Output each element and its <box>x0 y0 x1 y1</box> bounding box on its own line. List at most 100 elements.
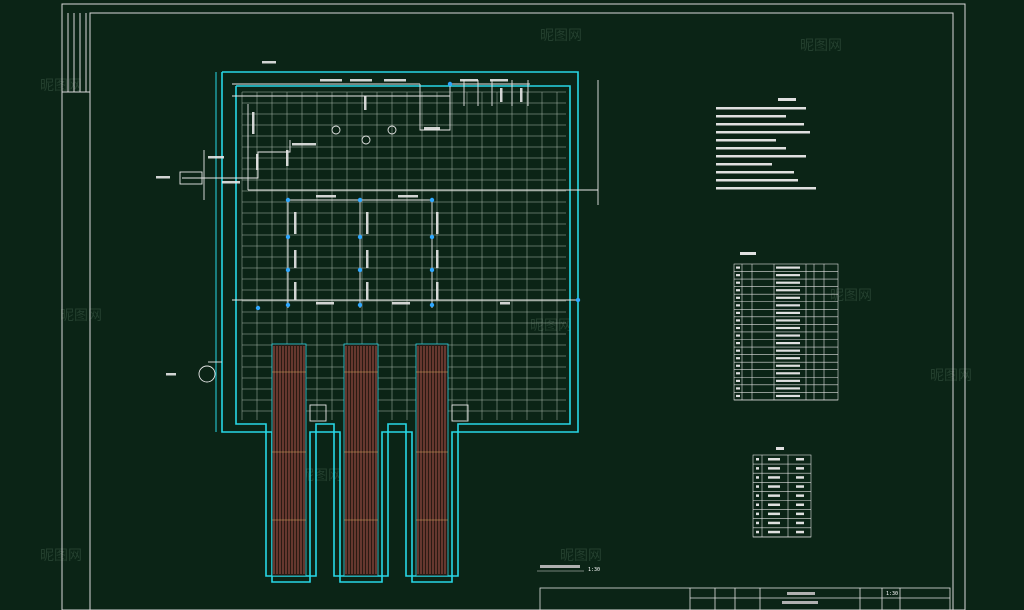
legend-table-cell-mark <box>796 512 804 516</box>
pipe-annotation-mark <box>424 127 440 130</box>
legend-table-cell-mark <box>756 503 759 506</box>
pipe-annotation-mark <box>366 212 369 234</box>
legend-table-cell-mark <box>768 476 780 479</box>
legend-table-cell-mark <box>756 458 759 461</box>
pipe-node <box>285 302 291 308</box>
material-table-cell-mark <box>776 319 800 322</box>
material-table-cell-mark <box>776 274 800 277</box>
material-table-cell-mark <box>776 379 800 382</box>
pipe-node <box>429 234 435 240</box>
notes-line-mark <box>716 147 786 150</box>
material-table-cell-mark <box>736 319 740 322</box>
pipe-node <box>357 267 363 273</box>
material-table <box>733 252 839 401</box>
pipe-node <box>447 81 453 87</box>
pump-symbol <box>331 125 341 135</box>
legend-table-title-mark <box>776 447 784 450</box>
title-block: 1:30 <box>539 587 951 610</box>
legend-table-cell-mark <box>768 512 780 516</box>
pipe-annotation-mark <box>316 302 334 305</box>
watermark-text: 昵图网 <box>560 548 602 564</box>
legend-table-cell-mark <box>796 503 804 506</box>
notes-line-mark <box>716 131 810 134</box>
legend-table-cell-mark <box>756 494 759 497</box>
material-table-cell-mark <box>736 311 740 314</box>
legend-table-cell-mark <box>796 467 804 470</box>
material-table-cell-mark <box>736 394 740 398</box>
pipe-node <box>285 267 291 273</box>
material-table-title-mark <box>740 252 756 255</box>
pipe-annotations <box>156 61 523 376</box>
pipe-node <box>285 197 291 203</box>
pipe-annotation-mark <box>392 302 410 305</box>
drawing-frame <box>61 3 966 610</box>
scale-note-text: 1:30 <box>588 567 600 573</box>
notes-line-mark <box>716 115 786 118</box>
notes-line-mark <box>716 123 804 126</box>
material-table-cell-mark <box>776 372 800 375</box>
pipe-node <box>429 267 435 273</box>
notes-heading-mark <box>778 98 796 101</box>
material-table-cell-mark <box>736 304 740 307</box>
top-branch-pipe <box>419 83 530 131</box>
pipe-annotation-mark <box>436 282 439 300</box>
legend-table-cell-mark <box>756 521 759 525</box>
material-table-cell-mark <box>736 326 740 330</box>
legend-table-cell-mark <box>768 485 780 488</box>
legend-table-cell-mark <box>796 494 804 497</box>
pipe-annotation-mark <box>320 79 342 82</box>
general-notes <box>716 98 816 190</box>
pipe-annotation-mark <box>294 250 297 268</box>
material-table-cell-mark <box>776 311 800 314</box>
watermark-text: 昵图网 <box>40 548 82 564</box>
pipe-annotation-mark <box>366 250 369 268</box>
cad-drawing-canvas: 昵图网 昵图网 昵图网 昵图网 昵图网 昵图网 昵图网 昵图网 昵图网 昵图网 <box>40 3 972 610</box>
material-table-cell-mark <box>736 281 740 284</box>
pipe-annotation-mark <box>316 195 336 198</box>
pipe-annotation-mark <box>364 96 367 110</box>
material-table-cell-mark <box>776 387 800 390</box>
notes-line-mark <box>716 179 798 182</box>
watermark-layer: 昵图网 昵图网 昵图网 昵图网 昵图网 昵图网 昵图网 昵图网 昵图网 昵图网 <box>40 28 972 564</box>
pipe-annotation-mark <box>292 143 316 146</box>
material-table-cell-mark <box>776 394 800 398</box>
material-table-cell-mark <box>736 357 740 360</box>
material-table-cell-mark <box>776 281 800 284</box>
material-table-cell-mark <box>776 266 800 269</box>
pipe-annotation-mark <box>398 195 418 198</box>
pump-symbol <box>361 135 371 145</box>
material-table-cell-mark <box>736 274 740 277</box>
pipe-annotation-mark <box>252 112 255 134</box>
scale-note: 1:30 <box>537 565 600 573</box>
pipe-annotation-mark <box>490 79 508 82</box>
notes-line-mark <box>716 139 776 142</box>
pipe-annotation-mark <box>350 79 372 82</box>
pipe-annotation-mark <box>460 79 478 82</box>
legend-table-cell-mark <box>768 467 780 470</box>
pipe-node <box>429 302 435 308</box>
inner-border <box>89 12 954 610</box>
outer-border <box>61 3 966 610</box>
pipe-annotation-mark <box>436 250 439 268</box>
scale-caption-mark <box>540 565 580 568</box>
pipe-annotation-mark <box>436 212 439 234</box>
material-table-cell-mark <box>776 296 800 299</box>
pipe-node <box>255 305 261 311</box>
pipe-annotation-mark <box>366 282 369 300</box>
notes-line-mark <box>716 187 816 190</box>
pipe-annotation-mark <box>262 61 276 64</box>
pipe-annotation-mark <box>286 150 289 166</box>
material-table-cell-mark <box>776 334 800 337</box>
pipe-node <box>357 197 363 203</box>
legend-table-cell-mark <box>796 458 804 461</box>
material-table-cell-mark <box>736 289 740 292</box>
pipe-annotation-mark <box>294 282 297 300</box>
legend-table-cell-mark <box>796 476 804 479</box>
legend-table-cell-mark <box>756 485 759 488</box>
material-table-cell-mark <box>776 349 800 352</box>
title-mark <box>787 592 815 595</box>
pipe-annotation-mark <box>500 302 510 305</box>
watermark-text: 昵图网 <box>60 308 102 324</box>
pipe-annotation-mark <box>500 88 503 102</box>
watermark-text: 昵图网 <box>930 368 972 384</box>
